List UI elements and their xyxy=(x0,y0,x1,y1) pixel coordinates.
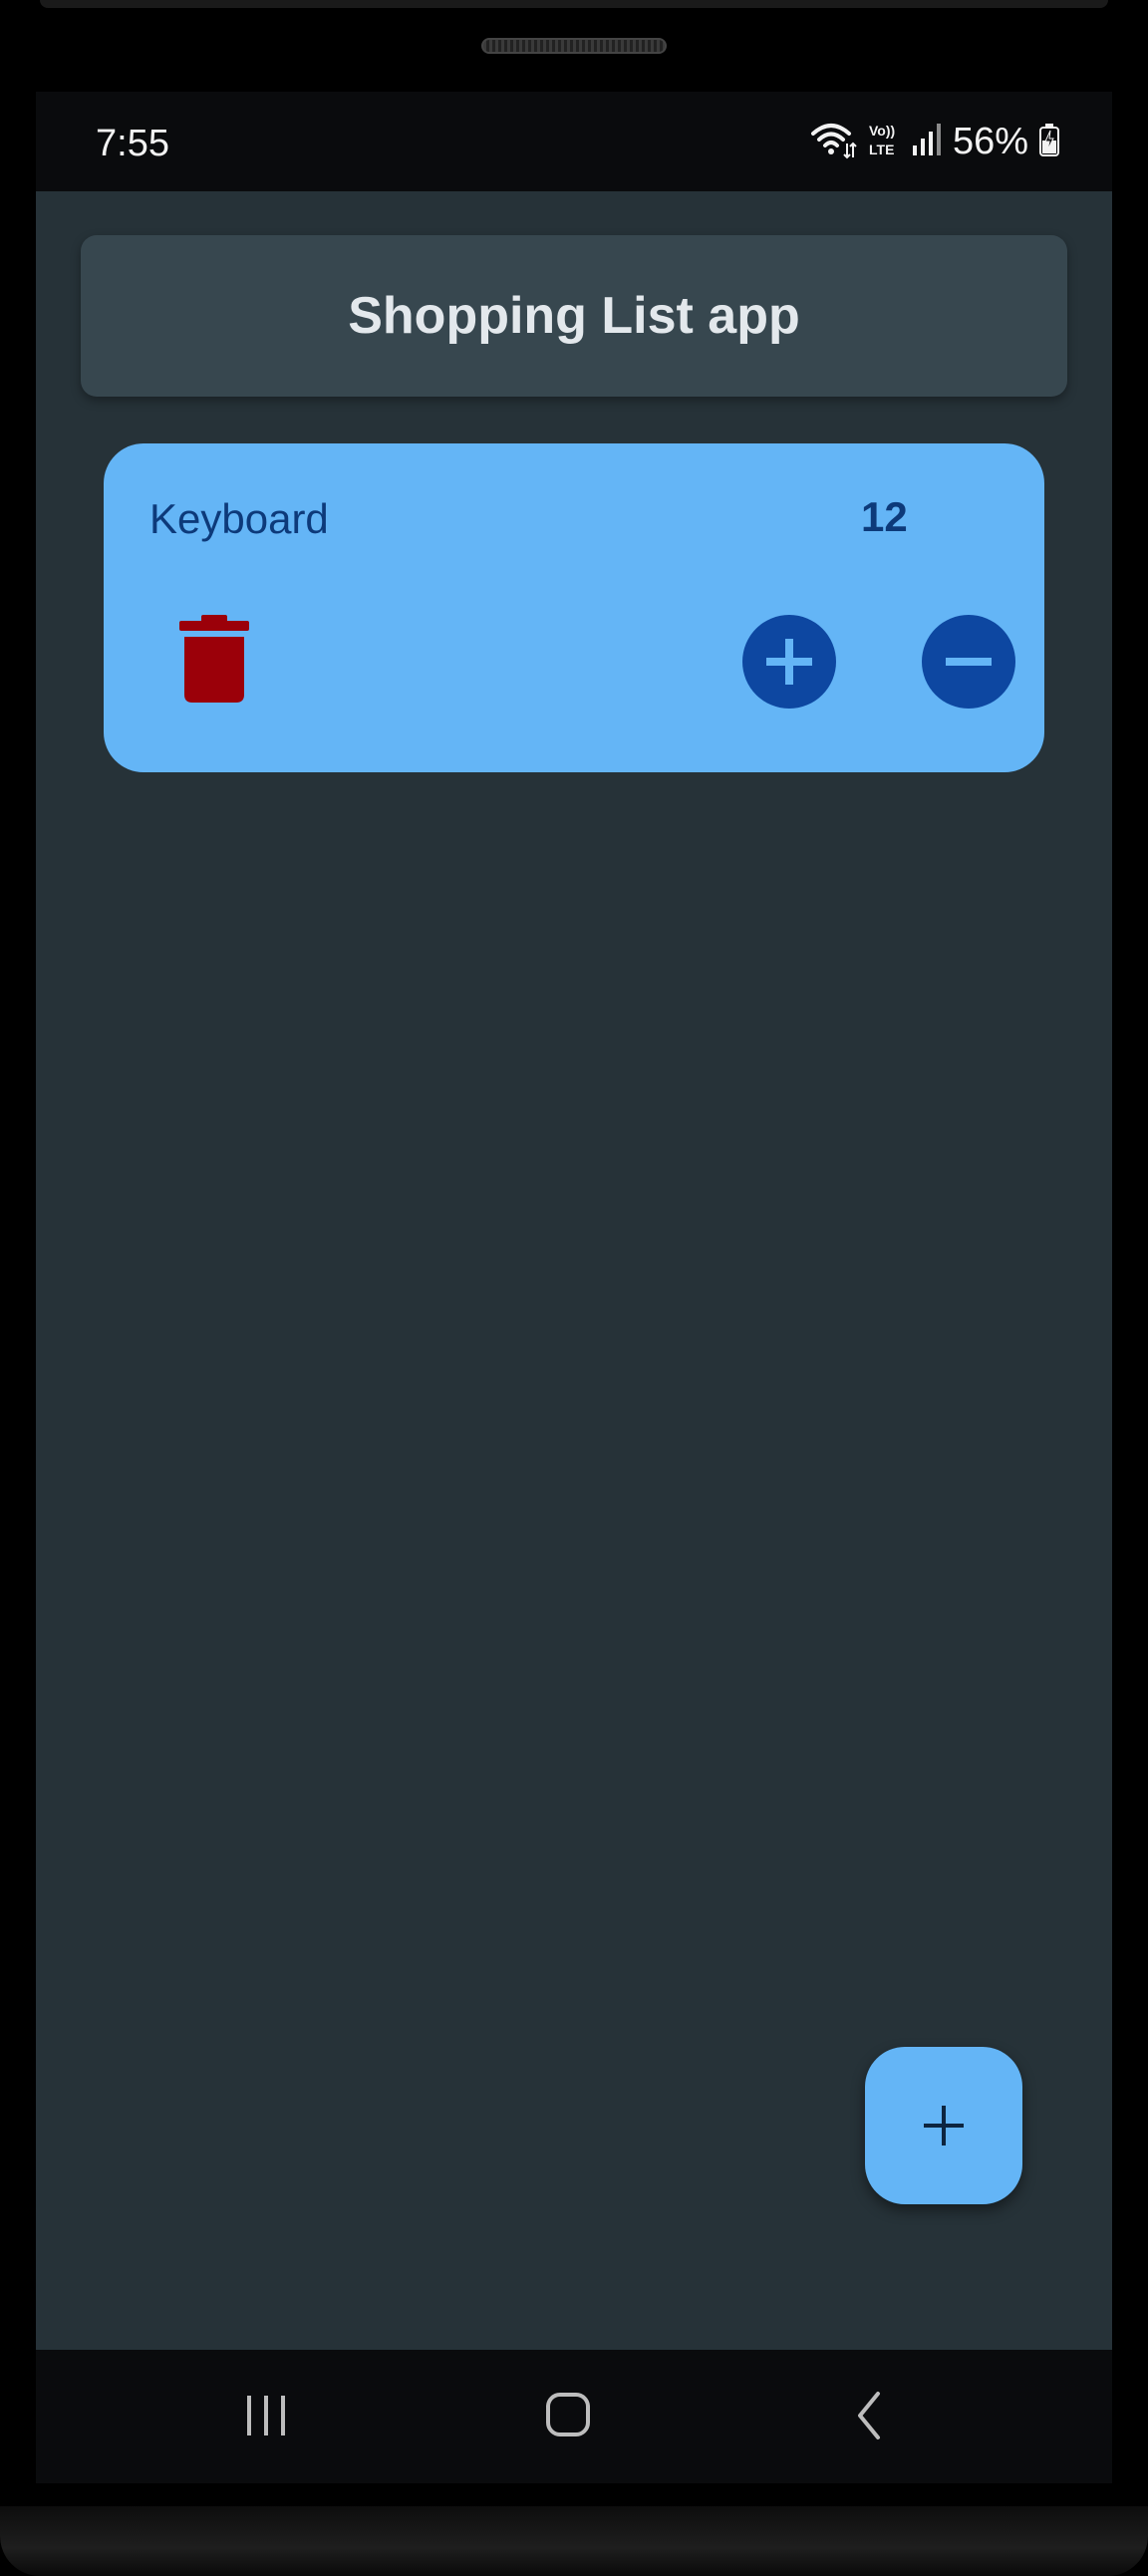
back-button[interactable] xyxy=(826,2376,916,2455)
delete-button[interactable] xyxy=(179,615,249,705)
phone-top-edge xyxy=(40,0,1108,8)
svg-text:LTE: LTE xyxy=(869,142,894,157)
recents-button[interactable] xyxy=(221,2376,311,2455)
add-item-button[interactable] xyxy=(865,2047,1022,2204)
volte-icon: Vo)) LTE xyxy=(867,120,901,164)
plus-circle-icon xyxy=(742,639,836,713)
svg-text:Vo)): Vo)) xyxy=(869,123,895,139)
decrease-quantity-button[interactable] xyxy=(922,615,1015,709)
trash-icon xyxy=(179,615,249,709)
status-icons: Vo)) LTE 56% xyxy=(809,120,1060,163)
add-icon xyxy=(865,2106,1022,2208)
wifi-icon xyxy=(809,120,857,164)
page-title: Shopping List app xyxy=(348,287,800,345)
recents-icon xyxy=(221,2396,311,2459)
phone-bottom-bezel xyxy=(0,2506,1148,2576)
item-name: Keyboard xyxy=(149,495,329,542)
increase-quantity-button[interactable] xyxy=(742,615,836,709)
signal-icon xyxy=(911,122,943,162)
item-quantity: 12 xyxy=(861,493,908,540)
status-bar: 7:55 Vo)) LTE 56% xyxy=(36,92,1112,191)
screen: 7:55 Vo)) LTE 56% Shopping List app Keyb… xyxy=(36,92,1112,2483)
battery-percentage: 56% xyxy=(952,121,1028,162)
home-icon xyxy=(523,2393,613,2459)
home-button[interactable] xyxy=(523,2376,613,2455)
battery-charging-icon xyxy=(1038,123,1060,161)
minus-circle-icon xyxy=(922,658,1015,713)
app-bar: Shopping List app xyxy=(81,235,1067,397)
navigation-bar xyxy=(36,2350,1112,2483)
back-icon xyxy=(826,2392,916,2459)
earpiece-speaker xyxy=(481,38,667,54)
list-item: Keyboard 12 xyxy=(104,443,1044,772)
status-time: 7:55 xyxy=(96,123,169,164)
phone-frame: 7:55 Vo)) LTE 56% Shopping List app Keyb… xyxy=(0,0,1148,2576)
